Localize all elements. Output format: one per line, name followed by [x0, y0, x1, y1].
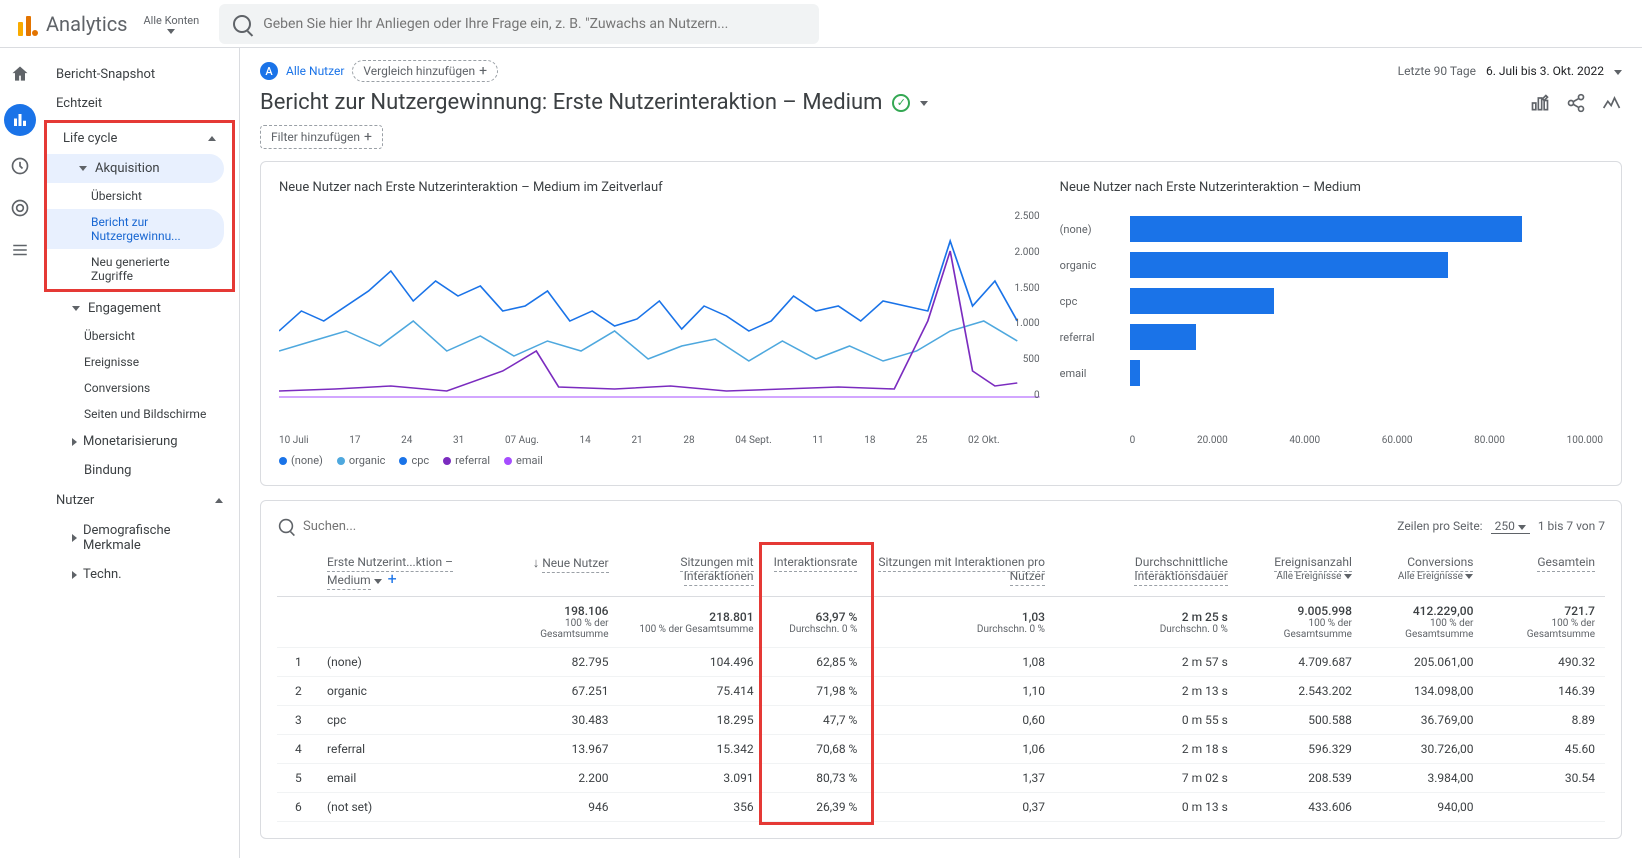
home-icon[interactable] [8, 62, 32, 86]
add-filter-button[interactable]: Filter hinzufügen + [260, 125, 383, 149]
line-chart-title: Neue Nutzer nach Erste Nutzerinteraktion… [279, 180, 1040, 195]
insights-icon[interactable] [1602, 93, 1622, 113]
chevron-down-icon [79, 166, 87, 171]
sidebar-item-retention[interactable]: Bindung [40, 456, 231, 485]
table-row[interactable]: 2organic67.25175.41471,98 %1,102 m 13 s2… [277, 677, 1605, 706]
search-input[interactable] [263, 16, 805, 32]
sidebar-item-monetization[interactable]: Monetarisierung [40, 427, 231, 456]
chevron-up-icon [215, 498, 223, 503]
legend-item[interactable]: cpc [399, 454, 429, 467]
chevron-down-icon[interactable] [920, 101, 928, 106]
chevron-right-icon [72, 438, 77, 446]
sidebar-item-engagement[interactable]: Engagement [40, 294, 231, 323]
sidebar-item-eng-conversions[interactable]: Conversions [40, 375, 231, 401]
analytics-logo: Analytics [16, 12, 128, 36]
bar-row: cpc [1060, 283, 1603, 319]
search-bar[interactable] [219, 4, 819, 44]
customize-icon[interactable] [1530, 93, 1550, 113]
sidebar-group-user[interactable]: Nutzer [40, 485, 239, 516]
sidebar: Bericht-Snapshot Echtzeit Life cycle Akq… [40, 48, 240, 858]
sidebar-item-demographics[interactable]: Demografische Merkmale [40, 516, 231, 560]
table-row[interactable]: 5email2.2003.09180,73 %1,377 m 02 s208.5… [277, 764, 1605, 793]
col-new-users[interactable]: Neue Nutzer [542, 556, 608, 573]
sidebar-item-eng-pages[interactable]: Seiten und Bildschirme [40, 401, 231, 427]
col-engagement-rate[interactable]: Interaktionsrate [774, 555, 858, 572]
col-event-count[interactable]: Ereignisanzahl [1274, 555, 1352, 572]
segment-label[interactable]: Alle Nutzer [286, 64, 344, 78]
rows-per-page-select[interactable]: 250 [1491, 519, 1530, 534]
page-title: Bericht zur Nutzergewinnung: Erste Nutze… [260, 90, 882, 115]
col-conversions[interactable]: Conversions [1407, 555, 1473, 572]
sidebar-item-acq-traffic[interactable]: Neu generierte Zugriffe [47, 249, 224, 289]
account-selector[interactable]: Alle Konten [144, 14, 200, 34]
search-icon [233, 15, 251, 33]
sidebar-item-acq-overview[interactable]: Übersicht [47, 183, 224, 209]
table-row[interactable]: 1(none)82.795104.49662,85 %1,082 m 57 s4… [277, 648, 1605, 677]
advertising-icon[interactable] [8, 196, 32, 220]
table-row[interactable]: 3cpc30.48318.29547,7 %0,600 m 55 s500.58… [277, 706, 1605, 735]
bar-row: organic [1060, 247, 1603, 283]
segment-badge: A [260, 62, 278, 80]
check-icon[interactable]: ✓ [892, 94, 910, 112]
add-comparison-button[interactable]: Vergleich hinzufügen + [352, 60, 498, 82]
sidebar-group-lifecycle[interactable]: Life cycle [47, 123, 232, 154]
data-table: Erste Nutzerint...ktion – Medium + ↓ Neu… [277, 547, 1605, 822]
col-total-revenue[interactable]: Gesamtein [1537, 555, 1595, 572]
table-search-input[interactable] [303, 519, 1389, 534]
configure-icon[interactable] [8, 238, 32, 262]
chevron-up-icon [208, 136, 216, 141]
legend-item[interactable]: organic [337, 454, 386, 467]
explore-icon[interactable] [8, 154, 32, 178]
bar-row: email [1060, 355, 1603, 391]
sidebar-item-acq-report[interactable]: Bericht zur Nutzergewinnu... [47, 209, 224, 249]
table-row[interactable]: 6(not set)94635626,39 %0,370 m 13 s433.6… [277, 793, 1605, 822]
share-icon[interactable] [1566, 93, 1586, 113]
plus-icon: + [364, 130, 372, 144]
table-row[interactable]: 4referral13.96715.34270,68 %1,062 m 18 s… [277, 735, 1605, 764]
sidebar-item-eng-overview[interactable]: Übersicht [40, 323, 231, 349]
sidebar-item-snapshot[interactable]: Bericht-Snapshot [40, 60, 239, 89]
chevron-right-icon [72, 571, 77, 579]
chevron-down-icon[interactable] [374, 579, 382, 584]
col-sessions[interactable]: Sitzungen mit Interaktionen [680, 555, 753, 586]
sidebar-item-tech[interactable]: Techn. [40, 560, 231, 589]
chevron-down-icon [167, 29, 175, 34]
chevron-right-icon [72, 534, 77, 542]
legend-item[interactable]: referral [443, 454, 490, 467]
chevron-down-icon [1614, 70, 1622, 75]
chevron-down-icon [72, 306, 80, 311]
legend-item[interactable]: (none) [279, 454, 323, 467]
add-dimension-button[interactable]: + [388, 569, 397, 588]
plus-icon: + [479, 64, 487, 78]
bar-chart-title: Neue Nutzer nach Erste Nutzerinteraktion… [1060, 180, 1603, 195]
sidebar-item-realtime[interactable]: Echtzeit [40, 89, 239, 118]
sidebar-item-acquisition[interactable]: Akquisition [47, 154, 224, 183]
bar-row: referral [1060, 319, 1603, 355]
pager-range: 1 bis 7 von 7 [1538, 519, 1605, 533]
bar-row: (none) [1060, 211, 1603, 247]
reports-icon[interactable] [4, 104, 36, 136]
col-avg-duration[interactable]: Durchschnittliche Interaktionsdauer [1134, 555, 1227, 586]
line-chart: 2.500 2.000 1.500 1.000 500 0 [279, 211, 1040, 431]
rows-per-page-label: Zeilen pro Seite: [1397, 519, 1482, 533]
highlight-annotation: Life cycle Akquisition Übersicht Bericht… [44, 120, 235, 292]
legend-item[interactable]: email [504, 454, 543, 467]
col-sessions-per-user[interactable]: Sitzungen mit Interaktionen pro Nutzer [878, 555, 1045, 586]
product-name: Analytics [46, 12, 128, 36]
sidebar-item-eng-events[interactable]: Ereignisse [40, 349, 231, 375]
bar-chart: (none)organiccpcreferralemail [1060, 211, 1603, 431]
search-icon [279, 519, 293, 533]
date-range-picker[interactable]: Letzte 90 Tage 6. Juli bis 3. Okt. 2022 [1398, 64, 1622, 78]
